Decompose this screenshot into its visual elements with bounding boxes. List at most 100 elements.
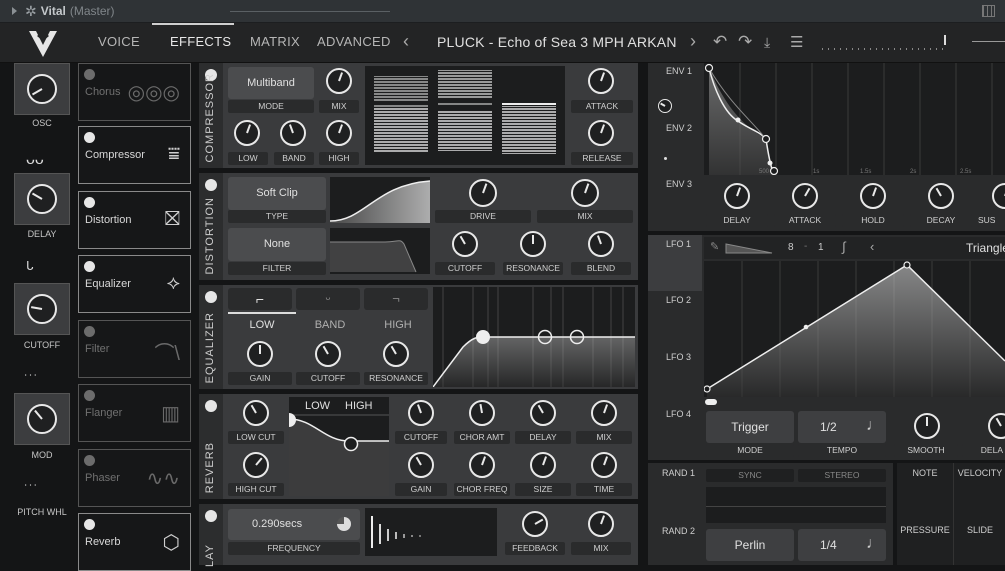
reverb-filter-display[interactable]: LOW HIGH <box>288 397 389 496</box>
lfo-shape-prev-icon[interactable]: ‹ <box>870 239 874 254</box>
env-1-tab[interactable]: ENV 1 <box>666 66 692 76</box>
pencil-icon[interactable]: ✎ <box>710 240 719 253</box>
lfo-display[interactable] <box>703 261 1005 397</box>
rand-2-tab[interactable]: RAND 2 <box>662 526 695 536</box>
compressor-attack-knob[interactable] <box>588 68 614 94</box>
compressor-display[interactable] <box>365 66 565 165</box>
reverb-time-knob[interactable] <box>591 452 617 478</box>
reverb-high-tab[interactable]: HIGH <box>345 400 373 412</box>
velocity-source[interactable]: VELOCITY <box>955 468 1005 478</box>
preset-name[interactable]: PLUCK - Echo of Sea 3 MPH ARKAN <box>437 34 677 50</box>
rand-sync-button[interactable]: SYNC <box>706 469 794 482</box>
compressor-mode-select[interactable]: Multiband <box>228 67 314 99</box>
distortion-cutoff-knob[interactable] <box>452 231 478 257</box>
reverb-chorfreq-knob[interactable] <box>469 452 495 478</box>
save-icon[interactable]: ⤓ <box>764 34 770 51</box>
lfo-smooth-knob[interactable] <box>914 413 940 439</box>
lfo-curve-icon[interactable]: ∫ <box>842 239 846 254</box>
eq-band-label[interactable]: BAND <box>296 319 364 331</box>
eq-resonance-knob[interactable] <box>383 341 409 367</box>
distortion-drive-knob[interactable] <box>469 179 497 207</box>
delay-feedback-knob[interactable] <box>522 511 548 537</box>
delay-mod-block[interactable] <box>14 173 70 225</box>
distortion-mix-knob[interactable] <box>571 179 599 207</box>
rand-stereo-button[interactable]: STEREO <box>798 469 886 482</box>
distortion-blend-knob[interactable] <box>588 231 614 257</box>
equalizer-toggle[interactable] <box>84 261 95 272</box>
reverb-size-knob[interactable] <box>530 452 556 478</box>
distortion-type-select[interactable]: Soft Clip <box>228 177 326 210</box>
eq-low-label[interactable]: LOW <box>228 319 296 331</box>
compressor-mix-knob[interactable] <box>326 68 352 94</box>
distortion-curve-display[interactable] <box>329 177 431 223</box>
rand-type-select[interactable]: Perlin <box>706 529 794 561</box>
rand-display[interactable] <box>706 487 886 523</box>
menu-icon[interactable]: ☰ <box>790 33 803 51</box>
reverb-cutoff-knob[interactable] <box>408 400 434 426</box>
tab-effects[interactable]: EFFECTS <box>170 34 231 49</box>
eq-low-shape-button[interactable]: ⌐ <box>228 288 292 310</box>
distortion-enable[interactable] <box>205 179 217 191</box>
prev-preset-icon[interactable]: ‹ <box>403 31 409 52</box>
env-sustain-knob[interactable] <box>992 183 1005 209</box>
compressor-release-knob[interactable] <box>588 120 614 146</box>
cutoff-mod-block[interactable] <box>14 283 70 335</box>
eq-display[interactable] <box>432 287 635 388</box>
undo-icon[interactable]: ↶ <box>713 32 727 52</box>
lfo-preview-icon[interactable] <box>724 241 774 255</box>
next-preset-icon[interactable]: › <box>690 31 696 52</box>
slide-source[interactable]: SLIDE <box>955 525 1005 535</box>
distortion-toggle[interactable] <box>84 197 95 208</box>
fx-reverb[interactable]: Reverb ⬡ <box>78 513 191 571</box>
fx-phaser[interactable]: Phaser ∿∿ <box>78 449 191 507</box>
distortion-filter-select[interactable]: None <box>228 228 326 261</box>
lfo-mode-select[interactable]: Trigger <box>706 411 794 443</box>
delay-knob[interactable] <box>27 184 57 214</box>
expand-triangle-icon[interactable] <box>12 7 17 15</box>
compressor-high-knob[interactable] <box>326 120 352 146</box>
env-decay-knob[interactable] <box>928 183 954 209</box>
note-icon[interactable]: ♩ <box>866 417 882 435</box>
reverb-gain-knob[interactable] <box>408 452 434 478</box>
mod-knob[interactable] <box>27 404 57 434</box>
reverb-delay-knob[interactable] <box>530 400 556 426</box>
volume-meter[interactable] <box>822 48 947 50</box>
reverb-low-tab[interactable]: LOW <box>305 400 330 412</box>
equalizer-enable[interactable] <box>205 291 217 303</box>
redo-icon[interactable]: ↷ <box>738 32 752 52</box>
fx-equalizer[interactable]: Equalizer ⟡ <box>78 255 191 313</box>
reverb-toggle[interactable] <box>84 519 95 530</box>
lfo-shape-name[interactable]: Triangle <box>966 241 1005 255</box>
fx-compressor[interactable]: Compressor ⩸ <box>78 126 191 184</box>
filter-toggle[interactable] <box>84 326 95 337</box>
eq-band-shape-button[interactable]: ᵕ <box>296 288 360 310</box>
gear-icon[interactable]: ✲ <box>25 3 37 20</box>
lfo-delay-knob[interactable] <box>988 413 1005 439</box>
env-3-tab[interactable]: ENV 3 <box>666 179 692 189</box>
env-hold-knob[interactable] <box>860 183 886 209</box>
compressor-toggle[interactable] <box>84 132 95 143</box>
cutoff-knob[interactable] <box>27 294 57 324</box>
lfo-3-tab[interactable]: LFO 3 <box>666 352 691 362</box>
eq-gain-knob[interactable] <box>247 341 273 367</box>
lfo-2-tab[interactable]: LFO 2 <box>666 295 691 305</box>
flanger-toggle[interactable] <box>84 390 95 401</box>
env-attack-knob[interactable] <box>792 183 818 209</box>
lfo-phase-handle[interactable] <box>705 399 717 405</box>
grid-icon[interactable] <box>982 5 995 17</box>
distortion-filter-display[interactable] <box>330 228 430 274</box>
fx-filter[interactable]: Filter ⌒\ <box>78 320 191 378</box>
note-source[interactable]: NOTE <box>897 468 953 478</box>
osc-knob[interactable] <box>27 74 57 104</box>
chorus-toggle[interactable] <box>84 69 95 80</box>
fx-chorus[interactable]: Chorus ◎◎◎ <box>78 63 191 121</box>
env-delay-knob[interactable] <box>724 183 750 209</box>
reverb-enable[interactable] <box>205 400 217 412</box>
eq-high-shape-button[interactable]: ¬ <box>364 288 428 310</box>
tab-matrix[interactable]: MATRIX <box>250 34 300 49</box>
lfo-grid-x[interactable]: 8 <box>788 242 794 253</box>
compressor-band-knob[interactable] <box>280 120 306 146</box>
env-1-amount-knob[interactable] <box>658 99 672 113</box>
reverb-choramt-knob[interactable] <box>469 400 495 426</box>
delay-enable[interactable] <box>205 510 217 522</box>
